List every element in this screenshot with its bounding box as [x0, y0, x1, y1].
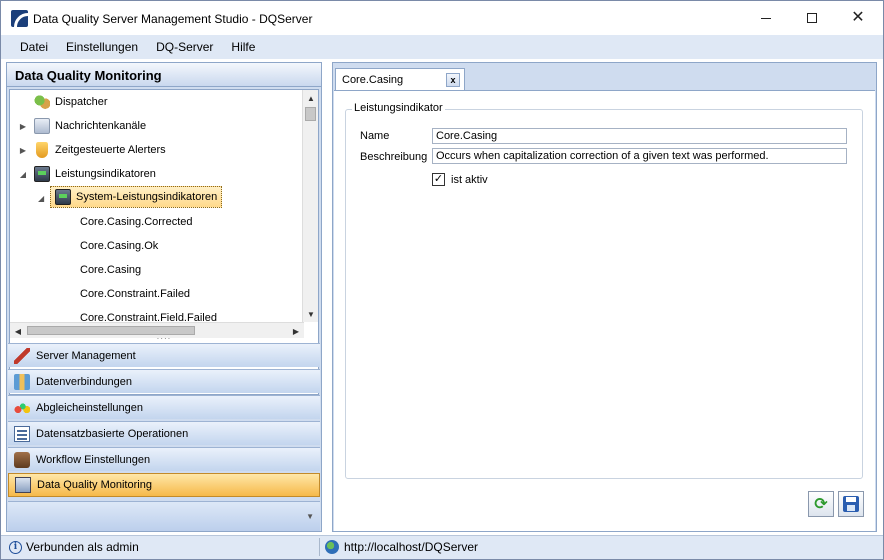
name-label: Name: [360, 130, 390, 142]
performance-indicator-group: Leistungsindikator Name Beschreibung ✓ i…: [345, 102, 863, 479]
save-button[interactable]: [838, 491, 864, 517]
left-navigation-panel: Data Quality Monitoring Dispatcher ▶ Nac…: [6, 62, 322, 532]
tree-item-dispatcher[interactable]: Dispatcher: [18, 91, 108, 113]
tree-item-label: Nachrichtenkanäle: [55, 120, 147, 132]
close-icon: ✕: [851, 9, 865, 26]
wrench-icon: [14, 347, 30, 364]
tree-content: Dispatcher ▶ Nachrichtenkanäle ▶ Zeitges…: [10, 90, 304, 322]
tree-item-label: Leistungsindikatoren: [55, 168, 156, 180]
tree-item-label: Core.Constraint.Failed: [80, 288, 191, 300]
minimize-button[interactable]: [743, 1, 789, 35]
tree-item-label: Core.Casing: [80, 264, 142, 276]
tab-content: Leistungsindikator Name Beschreibung ✓ i…: [334, 90, 875, 531]
performance-indicator-icon: [34, 166, 50, 182]
tree-item-system-performance-indicators[interactable]: System-Leistungsindikatoren: [50, 186, 223, 208]
description-label: Beschreibung: [360, 151, 428, 163]
nav-data-connections[interactable]: Datenverbindungen: [8, 369, 320, 393]
performance-indicator-icon: [55, 189, 71, 205]
nav-label: Datensatzbasierte Operationen: [36, 427, 189, 440]
tree-item-core-casing-corrected[interactable]: Core.Casing.Corrected: [80, 211, 193, 233]
server-url-text: http://localhost/DQServer: [344, 540, 479, 554]
scroll-down-icon[interactable]: ▼: [303, 306, 318, 322]
tree-item-channels[interactable]: ▶ Nachrichtenkanäle: [18, 115, 146, 137]
title-bar: Data Quality Server Management Studio - …: [1, 1, 883, 35]
name-field[interactable]: [432, 128, 847, 144]
globe-icon: [325, 540, 339, 554]
minimize-icon: [761, 17, 771, 19]
tree-item-label: Core.Constraint.Field.Failed: [80, 312, 217, 322]
editor-panel: Core.Casing x Leistungsindikator Name Be…: [332, 62, 877, 532]
tree-item-label: System-Leistungsindikatoren: [76, 191, 218, 203]
records-icon: [14, 425, 30, 442]
tree-item-core-constraint-field-failed[interactable]: Core.Constraint.Field.Failed: [80, 307, 217, 322]
dispatcher-icon: [34, 94, 50, 110]
collapse-arrow-icon[interactable]: ◢: [18, 169, 28, 179]
nav-data-quality-monitoring[interactable]: Data Quality Monitoring: [8, 473, 320, 497]
left-panel-title: Data Quality Monitoring: [7, 63, 321, 87]
close-tab-button[interactable]: x: [446, 73, 460, 87]
connection-status-text: Verbunden als admin: [26, 540, 139, 554]
menu-dq-server[interactable]: DQ-Server: [147, 40, 222, 54]
menu-bar: Datei Einstellungen DQ-Server Hilfe: [1, 35, 883, 59]
tree-item-label: Core.Casing.Ok: [80, 240, 159, 252]
status-bar: i Verbunden als admin http://localhost/D…: [1, 535, 883, 559]
connection-status: i Verbunden als admin: [9, 540, 139, 554]
tree-item-label: Zeitgesteuerte Alerters: [55, 144, 166, 156]
refresh-icon: ⟳: [814, 496, 828, 513]
save-icon: [843, 496, 859, 512]
scroll-thumb[interactable]: [305, 107, 316, 121]
is-active-checkbox-row[interactable]: ✓ ist aktiv: [432, 173, 488, 186]
is-active-checkbox[interactable]: ✓: [432, 173, 445, 186]
tab-core-casing[interactable]: Core.Casing x: [335, 68, 465, 90]
tree-item-core-constraint-failed[interactable]: Core.Constraint.Failed: [80, 283, 190, 305]
expand-arrow-icon[interactable]: ▶: [18, 121, 28, 131]
panel-splitter[interactable]: ····: [7, 334, 321, 343]
matching-icon: [14, 399, 30, 416]
tree-item-alerters[interactable]: ▶ Zeitgesteuerte Alerters: [18, 139, 166, 161]
tree-item-core-casing-ok[interactable]: Core.Casing.Ok: [80, 235, 158, 257]
tree-item-core-casing[interactable]: Core.Casing: [80, 259, 141, 281]
app-window: Data Quality Server Management Studio - …: [0, 0, 884, 560]
nav-label: Datenverbindungen: [36, 375, 133, 388]
alerters-icon: [36, 142, 48, 158]
refresh-button[interactable]: ⟳: [808, 491, 834, 517]
menu-hilfe[interactable]: Hilfe: [222, 40, 264, 54]
server-url: http://localhost/DQServer: [325, 540, 478, 554]
app-logo-icon: [11, 10, 28, 27]
tree-vertical-scrollbar[interactable]: ▲ ▼: [302, 90, 318, 322]
workflow-icon: [14, 451, 30, 468]
tree-item-label: Core.Casing.Corrected: [80, 216, 193, 228]
nav-record-operations[interactable]: Datensatzbasierte Operationen: [8, 421, 320, 445]
nav-overflow-area: ▼: [8, 501, 320, 531]
nav-label: Server Management: [36, 349, 136, 362]
database-icon: [14, 373, 30, 390]
group-title: Leistungsindikator: [352, 102, 445, 114]
channels-icon: [34, 118, 50, 134]
tab-label: Core.Casing: [342, 73, 404, 86]
nav-label: Abgleicheinstellungen: [36, 401, 144, 414]
info-icon: i: [9, 540, 22, 554]
nav-server-management[interactable]: Server Management: [8, 343, 320, 367]
chevron-down-icon[interactable]: ▼: [306, 512, 314, 521]
scroll-up-icon[interactable]: ▲: [303, 90, 318, 106]
nav-matching-settings[interactable]: Abgleicheinstellungen: [8, 395, 320, 419]
nav-workflow-settings[interactable]: Workflow Einstellungen: [8, 447, 320, 471]
close-window-button[interactable]: ✕: [835, 1, 881, 35]
menu-einstellungen[interactable]: Einstellungen: [57, 40, 147, 54]
collapse-arrow-icon[interactable]: ◢: [38, 193, 44, 203]
window-title: Data Quality Server Management Studio - …: [33, 12, 313, 26]
nav-label: Workflow Einstellungen: [36, 453, 151, 466]
expand-arrow-icon[interactable]: ▶: [18, 145, 28, 155]
is-active-label: ist aktiv: [451, 173, 488, 186]
tree-item-performance-indicators[interactable]: ◢ Leistungsindikatoren: [18, 163, 156, 185]
nav-label: Data Quality Monitoring: [37, 479, 152, 491]
menu-datei[interactable]: Datei: [11, 40, 57, 54]
maximize-icon: [807, 13, 817, 23]
description-field[interactable]: [432, 148, 847, 164]
maximize-button[interactable]: [789, 1, 835, 35]
tree-item-label: Dispatcher: [55, 96, 108, 108]
monitoring-icon: [15, 477, 31, 493]
